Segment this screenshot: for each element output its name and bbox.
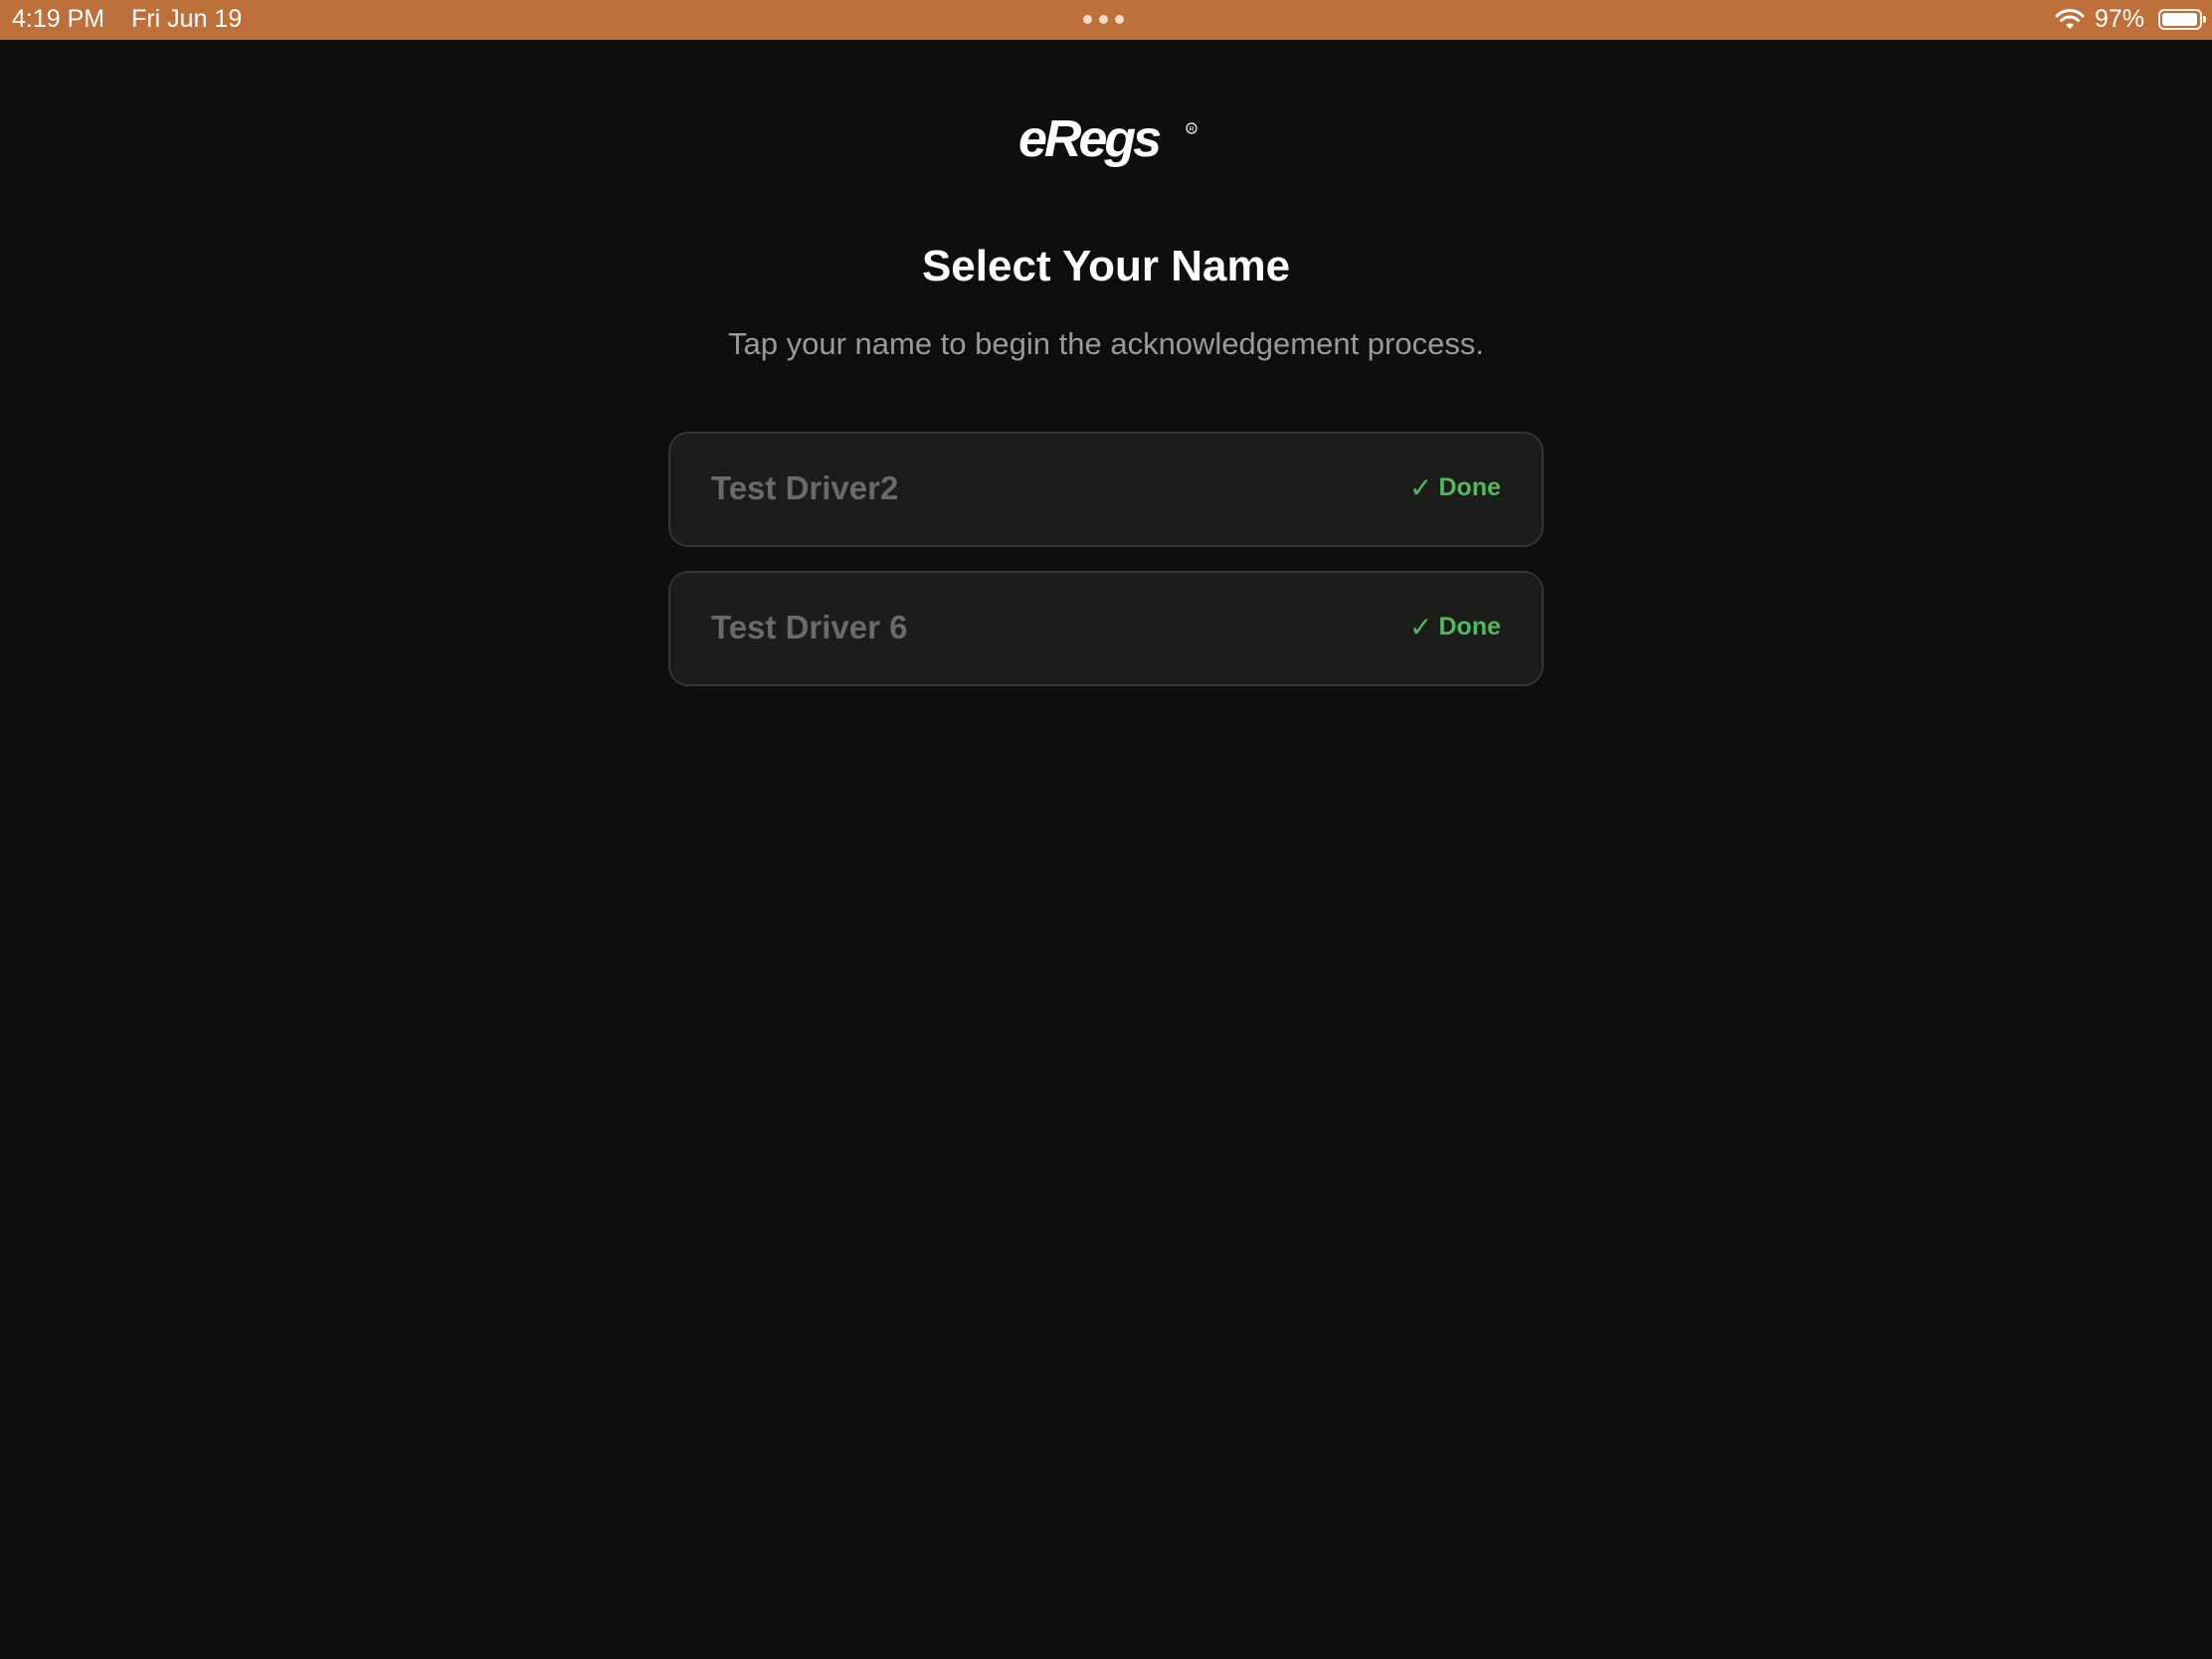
status-time: 4:19 PM: [12, 5, 105, 33]
name-label: Test Driver2: [711, 469, 899, 506]
status-right: 97%: [2055, 5, 2206, 34]
svg-text:R: R: [1190, 126, 1195, 133]
status-bar: 4:19 PM Fri Jun 19 97%: [0, 0, 2212, 40]
wifi-icon: [2055, 8, 2085, 29]
page-subtitle: Tap your name to begin the acknowledgeme…: [728, 326, 1484, 361]
battery-fill: [2162, 13, 2197, 26]
checkmark-icon: ✓: [1409, 611, 1433, 643]
status-date: Fri Jun 19: [131, 5, 243, 33]
multitasking-dots-icon[interactable]: [1083, 15, 1124, 24]
eregs-logo: eRegs R: [1018, 110, 1198, 168]
name-item-test-driver-6[interactable]: Test Driver 6 ✓ Done: [668, 571, 1544, 686]
done-badge: ✓ Done: [1409, 613, 1501, 642]
battery-percent: 97%: [2094, 5, 2144, 33]
page-title: Select Your Name: [921, 242, 1291, 290]
done-label: Done: [1438, 473, 1502, 501]
logo-text: eRegs: [1018, 110, 1161, 168]
done-badge: ✓ Done: [1409, 473, 1501, 502]
name-item-test-driver2[interactable]: Test Driver2 ✓ Done: [668, 432, 1544, 547]
battery-icon: [2158, 9, 2206, 30]
done-label: Done: [1438, 613, 1502, 641]
checkmark-icon: ✓: [1409, 471, 1433, 503]
status-time-date: 4:19 PM Fri Jun 19: [12, 5, 262, 34]
name-label: Test Driver 6: [711, 609, 908, 645]
name-list: Test Driver2 ✓ Done Test Driver 6 ✓ Done: [668, 432, 1544, 710]
